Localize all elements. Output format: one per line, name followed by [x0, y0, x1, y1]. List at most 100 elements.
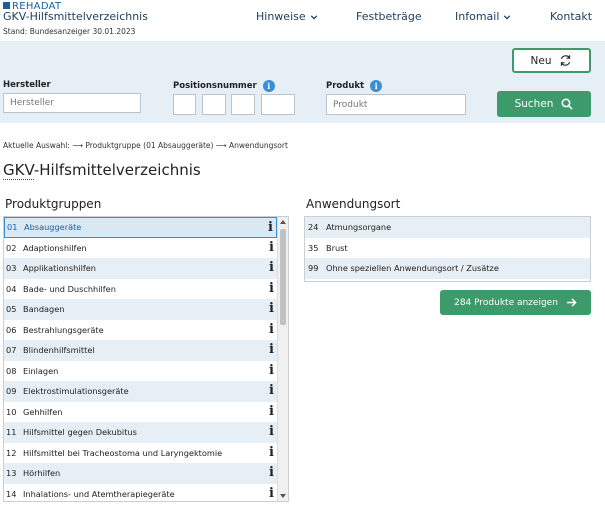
- produktgruppe-name: Bestrahlungsgeräte: [23, 324, 104, 335]
- scrollbar[interactable]: [277, 217, 288, 501]
- produktgruppe-name: Einlagen: [23, 365, 59, 376]
- info-icon[interactable]: i: [269, 260, 274, 275]
- produktgruppe-name: Hilfsmittel bei Tracheostoma und Larynge…: [23, 447, 223, 458]
- search-button-label: Suchen: [514, 98, 554, 110]
- nav-infomail-label: Infomail: [455, 10, 500, 23]
- produktgruppe-code: 02: [6, 242, 17, 253]
- info-icon[interactable]: i: [269, 383, 274, 398]
- positionsnummer-label: Positionsnummer i: [173, 80, 275, 92]
- position-field-4[interactable]: [261, 94, 295, 115]
- produktgruppe-name: Hörhilfen: [23, 468, 61, 479]
- anwendungsort-heading: Anwendungsort: [306, 197, 401, 211]
- show-products-label: 284 Produkte anzeigen: [454, 297, 558, 308]
- produktgruppen-list: 01 Absauggeräte i 02 Adaptionshilfen i 03 Appli…: [3, 216, 289, 502]
- info-icon[interactable]: i: [268, 220, 273, 235]
- nav-kontakt[interactable]: Kontakt: [550, 10, 592, 23]
- produktgruppe-row[interactable]: 01 Absauggeräte i: [4, 217, 277, 238]
- new-search-label: Neu: [530, 54, 552, 67]
- info-icon[interactable]: i: [269, 465, 274, 480]
- logo-mark-icon: [3, 2, 10, 9]
- info-icon[interactable]: i: [269, 281, 274, 296]
- breadcrumb: Aktuelle Auswahl: ⟶ Produktgruppe (01 Ab…: [3, 141, 288, 150]
- produktgruppe-code: 09: [6, 386, 17, 397]
- info-icon[interactable]: i: [269, 486, 274, 501]
- produktgruppe-code: 01: [7, 222, 18, 233]
- search-icon: [561, 98, 574, 110]
- info-icon[interactable]: i: [269, 322, 274, 337]
- produktgruppen-heading: Produktgruppen: [5, 197, 102, 211]
- produktgruppe-code: 14: [6, 488, 17, 499]
- produktgruppe-code: 05: [6, 304, 17, 315]
- anwendungsort-code: 24: [308, 222, 319, 233]
- produktgruppe-name: Hilfsmittel gegen Dekubitus: [23, 427, 137, 438]
- hersteller-input[interactable]: [3, 93, 141, 113]
- search-button[interactable]: Suchen: [497, 91, 591, 117]
- position-field-2[interactable]: [202, 94, 226, 115]
- position-field-1[interactable]: [173, 94, 196, 115]
- produktgruppe-row[interactable]: 04 Bade- und Duschhilfen i: [4, 278, 277, 299]
- refresh-icon: [561, 55, 571, 66]
- produktgruppe-row[interactable]: 06 Bestrahlungsgeräte i: [4, 319, 277, 340]
- produktgruppe-row[interactable]: 07 Blindenhilfsmittel i: [4, 340, 277, 361]
- produktgruppen-rows: 01 Absauggeräte i 02 Adaptionshilfen i 03 Appli…: [4, 217, 288, 501]
- nav-festbetraege[interactable]: Festbeträge: [356, 10, 422, 23]
- site-title[interactable]: GKV-Hilfsmittelverzeichnis: [3, 10, 148, 23]
- produktgruppe-row[interactable]: 03 Applikationshilfen i: [4, 258, 277, 279]
- produktgruppe-code: 03: [6, 263, 17, 274]
- info-icon[interactable]: i: [269, 342, 274, 357]
- produkt-label: Produkt i: [326, 80, 383, 92]
- anwendungsort-row[interactable]: 35 Brust: [305, 237, 590, 258]
- chevron-down-icon: [504, 14, 511, 19]
- produktgruppe-row[interactable]: 12 Hilfsmittel bei Tracheostoma und Laryn…: [4, 442, 277, 463]
- produktgruppe-name: Bade- und Duschhilfen: [23, 283, 116, 294]
- produktgruppe-code: 08: [6, 365, 17, 376]
- arrow-right-icon: [566, 298, 577, 307]
- position-field-3[interactable]: [231, 94, 255, 115]
- info-icon[interactable]: i: [269, 240, 274, 255]
- page-title-rest: -Hilfsmittelverzeichnis: [33, 161, 201, 179]
- anwendungsort-code: 99: [308, 263, 319, 274]
- produkt-input[interactable]: [326, 94, 466, 115]
- scroll-down-arrow-icon[interactable]: [280, 494, 286, 498]
- produktgruppe-code: 13: [6, 468, 17, 479]
- produktgruppe-row[interactable]: 11 Hilfsmittel gegen Dekubitus i: [4, 422, 277, 443]
- produktgruppe-row[interactable]: 08 Einlagen i: [4, 360, 277, 381]
- produktgruppe-row[interactable]: 14 Inhalations- und Atemtherapiegeräte i: [4, 483, 277, 501]
- scroll-thumb[interactable]: [280, 229, 286, 325]
- show-products-button[interactable]: 284 Produkte anzeigen: [440, 290, 591, 315]
- info-icon[interactable]: i: [370, 80, 383, 92]
- nav-festbetraege-label: Festbeträge: [356, 10, 422, 23]
- anwendungsort-code: 35: [308, 242, 319, 253]
- search-panel: Neu Hersteller Positionsnummer i Produkt…: [0, 41, 605, 123]
- produktgruppe-code: 07: [6, 345, 17, 356]
- new-search-button[interactable]: Neu: [512, 48, 591, 73]
- info-icon[interactable]: i: [262, 80, 275, 92]
- produktgruppe-code: 06: [6, 324, 17, 335]
- produktgruppe-row[interactable]: 13 Hörhilfen i: [4, 463, 277, 484]
- info-icon[interactable]: i: [269, 424, 274, 439]
- info-icon[interactable]: i: [269, 445, 274, 460]
- nav-kontakt-label: Kontakt: [550, 10, 593, 23]
- produktgruppe-row[interactable]: 09 Elektrostimulationsgeräte i: [4, 381, 277, 402]
- anwendungsort-row[interactable]: 24 Atmungsorgane: [305, 217, 590, 238]
- produktgruppe-code: 12: [6, 447, 17, 458]
- scroll-up-arrow-icon[interactable]: [280, 220, 286, 224]
- anwendungsort-row[interactable]: 99 Ohne speziellen Anwendungsort / Zusätz…: [305, 258, 590, 279]
- produktgruppe-name: Absauggeräte: [24, 222, 82, 233]
- produktgruppe-name: Bandagen: [23, 304, 65, 315]
- page-title-abbr: GKV: [3, 161, 34, 180]
- info-icon[interactable]: i: [269, 363, 274, 378]
- nav-hinweise[interactable]: Hinweise: [256, 10, 318, 23]
- anwendungsort-rows: 24 Atmungsorgane 35 Brust 99 Ohne speziellen …: [305, 217, 590, 279]
- produktgruppe-row[interactable]: 05 Bandagen i: [4, 299, 277, 320]
- anwendungsort-name: Ohne speziellen Anwendungsort / Zusätze: [326, 263, 499, 274]
- produktgruppe-row[interactable]: 10 Gehhilfen i: [4, 401, 277, 422]
- nav-infomail[interactable]: Infomail: [455, 10, 511, 23]
- info-icon[interactable]: i: [269, 301, 274, 316]
- produktgruppe-name: Adaptionshilfen: [23, 242, 87, 253]
- stand-date: Stand: Bundesanzeiger 30.01.2023: [3, 27, 136, 36]
- produktgruppe-row[interactable]: 02 Adaptionshilfen i: [4, 237, 277, 258]
- top-header: REHADAT GKV-Hilfsmittelverzeichnis Stand…: [0, 0, 605, 41]
- produktgruppe-code: 04: [6, 283, 17, 294]
- info-icon[interactable]: i: [269, 404, 274, 419]
